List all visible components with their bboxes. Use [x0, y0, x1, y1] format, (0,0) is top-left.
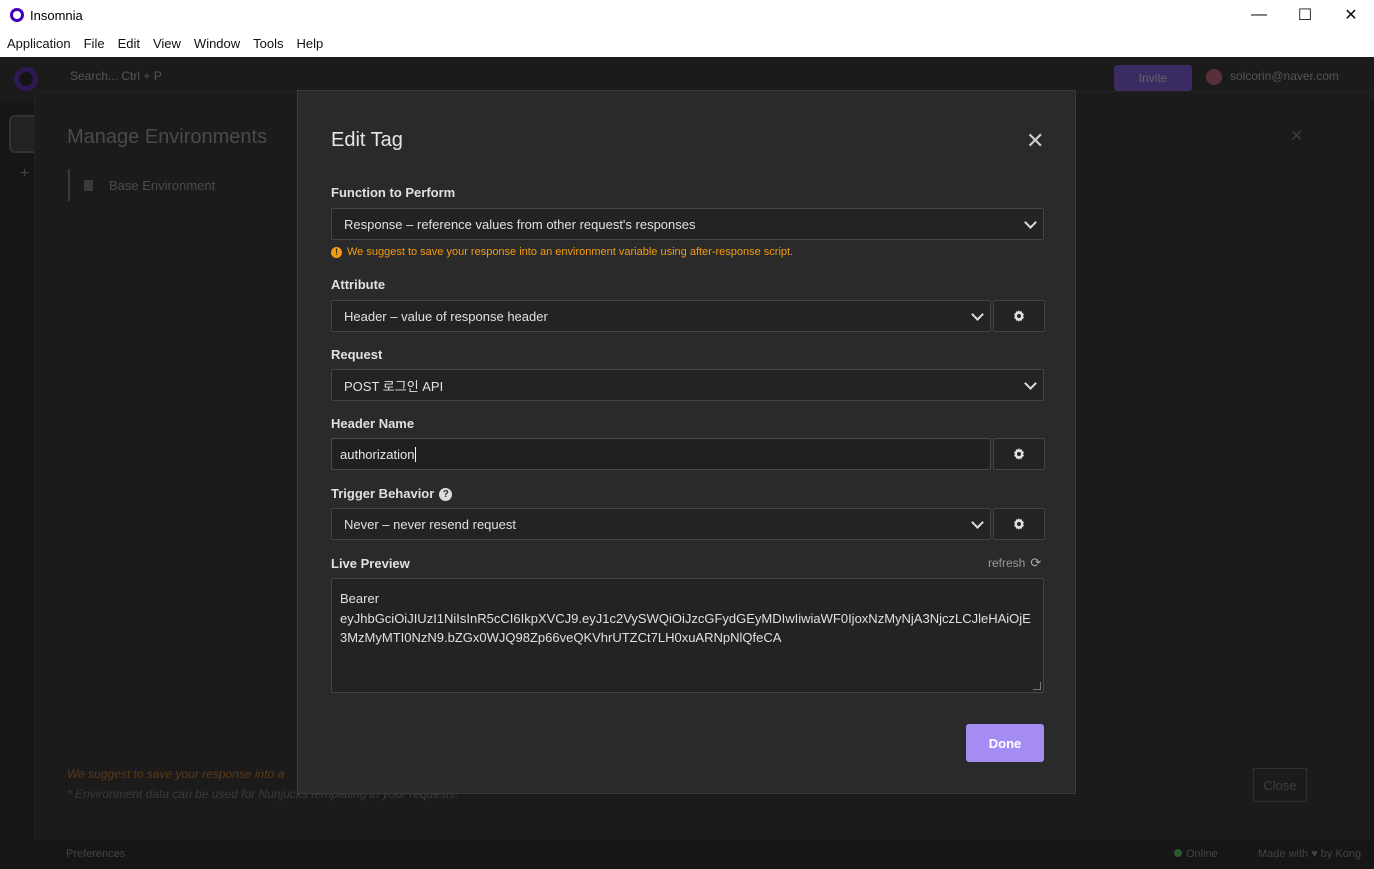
trigger-value: Never – never resend request: [344, 516, 516, 532]
user-email: solcorin@naver.com: [1230, 69, 1339, 84]
refresh-icon: ⟳: [1030, 555, 1042, 570]
resize-handle[interactable]: [1033, 682, 1041, 690]
window-titlebar: Insomnia — ☐ ✕: [0, 0, 1374, 30]
request-select[interactable]: POST 로그인 API: [331, 369, 1044, 401]
function-label: Function to Perform: [331, 185, 456, 200]
live-preview-value: Bearer eyJhbGciOiJIUzI1NiIsInR5cCI6IkpXV…: [340, 591, 1031, 645]
attribute-value: Header – value of response header: [344, 308, 548, 324]
close-icon[interactable]: ✕: [1026, 128, 1044, 154]
attribute-label: Attribute: [331, 277, 386, 292]
environment-warning: We suggest to save your response into a: [67, 767, 285, 781]
header-name-label: Header Name: [331, 416, 415, 431]
window-controls: — ☐ ✕: [1236, 0, 1374, 30]
menu-view[interactable]: View: [147, 36, 187, 51]
edit-tag-modal: Edit Tag ✕ Function to Perform Response …: [297, 90, 1076, 794]
insomnia-logo-icon: [10, 8, 24, 22]
refresh-label: refresh: [988, 556, 1026, 570]
menu-application[interactable]: Application: [1, 36, 77, 51]
menu-window[interactable]: Window: [188, 36, 246, 51]
help-icon[interactable]: ?: [439, 488, 453, 502]
chevron-down-icon: [971, 308, 984, 321]
add-icon[interactable]: +: [20, 165, 29, 183]
header-name-settings-button[interactable]: [993, 438, 1045, 470]
chevron-down-icon: [1024, 377, 1037, 390]
close-icon[interactable]: ✕: [1290, 126, 1303, 146]
sidebar-item-base-environment[interactable]: Base Environment: [68, 169, 215, 201]
gear-icon: [1013, 518, 1025, 530]
window-title: Insomnia: [30, 7, 83, 23]
online-dot-icon: [1174, 849, 1182, 857]
trigger-select[interactable]: Never – never resend request: [331, 508, 991, 540]
maximize-button[interactable]: ☐: [1282, 0, 1328, 30]
avatar: [1206, 69, 1222, 85]
trigger-settings-button[interactable]: [993, 508, 1045, 540]
menu-file[interactable]: File: [78, 36, 111, 51]
function-value: Response – reference values from other r…: [344, 216, 696, 232]
window-close-button[interactable]: ✕: [1328, 0, 1374, 30]
function-select[interactable]: Response – reference values from other r…: [331, 208, 1044, 240]
chevron-down-icon: [1024, 216, 1037, 229]
modal-title: Edit Tag: [331, 129, 403, 151]
online-label: Online: [1186, 848, 1218, 860]
request-value: POST 로그인 API: [344, 378, 444, 394]
warning-icon: !: [331, 246, 342, 258]
response-hint: ! We suggest to save your response into …: [331, 246, 793, 258]
menu-edit[interactable]: Edit: [112, 36, 146, 51]
live-preview-label: Live Preview: [331, 556, 410, 571]
chevron-down-icon: [971, 516, 984, 529]
online-status: Online: [1174, 848, 1218, 860]
made-by-link[interactable]: Made with ♥ by Kong: [1258, 848, 1361, 860]
file-icon: [84, 179, 93, 191]
request-label: Request: [331, 347, 383, 362]
header-name-input[interactable]: authorization: [331, 438, 991, 470]
refresh-button[interactable]: refresh ⟳: [988, 555, 1041, 571]
attribute-settings-button[interactable]: [993, 300, 1045, 332]
header-name-value: authorization: [340, 446, 415, 462]
hint-text: We suggest to save your response into an…: [347, 246, 794, 258]
user-menu[interactable]: solcorin@naver.com: [1206, 69, 1339, 85]
menu-help[interactable]: Help: [291, 36, 330, 51]
done-button[interactable]: Done: [966, 724, 1044, 762]
trigger-label-text: Trigger Behavior: [331, 486, 435, 501]
minimize-button[interactable]: —: [1236, 0, 1282, 30]
base-environment-label: Base Environment: [109, 177, 216, 193]
text-caret: [415, 446, 417, 462]
trigger-label: Trigger Behavior?: [331, 486, 453, 502]
attribute-select[interactable]: Header – value of response header: [331, 300, 991, 332]
insomnia-logo-icon: [14, 67, 38, 91]
search-input[interactable]: Search... Ctrl + P: [70, 69, 162, 83]
gear-icon: [1013, 448, 1025, 460]
close-button[interactable]: Close: [1253, 768, 1307, 802]
menu-tools[interactable]: Tools: [247, 36, 289, 51]
manage-environments-title: Manage Environments: [67, 126, 268, 148]
preferences-button[interactable]: Preferences: [66, 848, 125, 860]
live-preview-textarea[interactable]: Bearer eyJhbGciOiJIUzI1NiIsInR5cCI6IkpXV…: [331, 578, 1044, 693]
invite-button[interactable]: Invite: [1114, 65, 1192, 91]
gear-icon: [1013, 310, 1025, 322]
status-bar: Preferences Online Made with ♥ by Kong: [0, 840, 1374, 869]
menu-bar: Application File Edit View Window Tools …: [0, 30, 1374, 57]
